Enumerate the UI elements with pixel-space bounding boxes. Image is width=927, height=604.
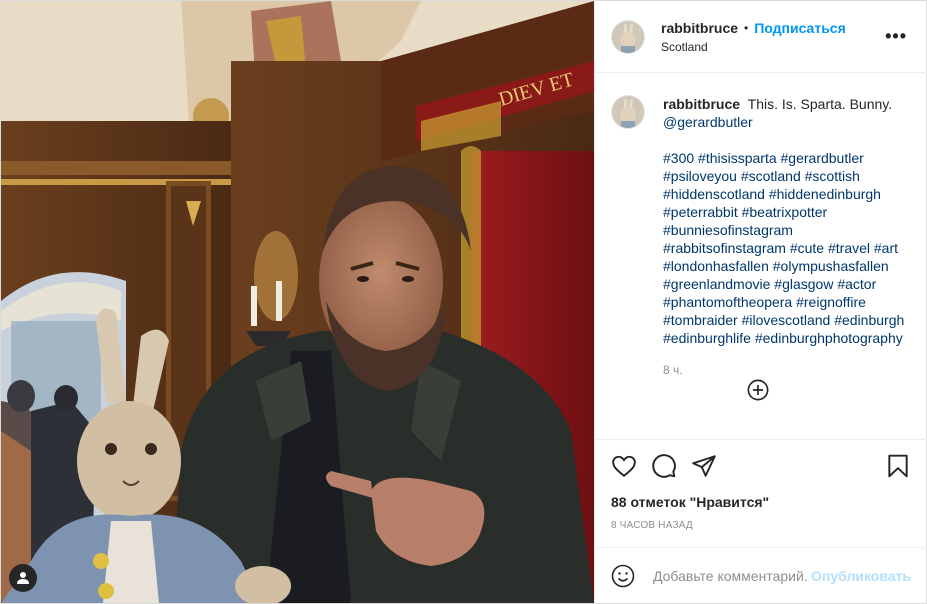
hashtag-line[interactable]: #peterrabbit #beatrixpotter xyxy=(663,203,904,221)
rabbit-avatar-icon xyxy=(612,20,644,53)
post-photo[interactable]: DIEV ET xyxy=(1,1,594,603)
add-comment-form: Опубликовать xyxy=(595,547,927,603)
hashtag-line[interactable]: #rabbitsofinstagram #cute #travel #art xyxy=(663,239,904,257)
avatar[interactable] xyxy=(611,19,645,54)
likes-count[interactable]: 88 отметок "Нравится" xyxy=(611,494,911,510)
caption-text: This. Is. Sparta. Bunny. xyxy=(747,96,893,112)
follow-button[interactable]: Подписаться xyxy=(754,20,846,36)
user-silhouette-icon xyxy=(17,572,29,584)
caption-avatar[interactable] xyxy=(611,95,645,129)
comments-section: rabbitbruce This. Is. Sparta. Bunny. @ge… xyxy=(595,73,927,439)
paper-plane-icon[interactable] xyxy=(691,453,717,479)
comment-input[interactable] xyxy=(651,566,812,585)
hashtag-line[interactable]: #phantomoftheopera #reignoffire xyxy=(663,293,904,311)
hashtag-line[interactable]: #hiddenscotland #hiddenedinburgh xyxy=(663,185,904,203)
hashtag-line[interactable]: #300 #thisissparta #gerardbutler xyxy=(663,149,904,167)
location-link[interactable]: Scotland xyxy=(661,40,846,54)
bookmark-icon[interactable] xyxy=(885,453,911,479)
hashtag-line[interactable]: #bunniesofinstagram xyxy=(663,221,904,239)
publish-button[interactable]: Опубликовать xyxy=(811,568,911,584)
post-header: rabbitbruce • Подписаться Scotland ••• xyxy=(595,1,927,73)
comment-bubble-icon[interactable] xyxy=(651,453,677,479)
post-timestamp[interactable]: 8 часов назад xyxy=(611,520,911,531)
caption-time[interactable]: 8 ч. xyxy=(663,361,904,379)
hashtag-line[interactable]: #greenlandmovie #glasgow #actor xyxy=(663,275,904,293)
user-tag-button[interactable] xyxy=(9,564,37,592)
post-dialog: DIEV ET rabbitbruce • Подписаться Scotla… xyxy=(0,0,927,604)
ellipsis-icon: ••• xyxy=(885,26,907,46)
hashtag-list: #300 #thisissparta #gerardbutler #psilov… xyxy=(663,149,904,347)
heart-icon[interactable] xyxy=(611,453,637,479)
header-username[interactable]: rabbitbruce xyxy=(661,20,738,36)
mention-link[interactable]: @gerardbutler xyxy=(663,114,753,130)
action-bar: 88 отметок "Нравится" 8 часов назад xyxy=(595,439,927,547)
post-side-panel: rabbitbruce • Подписаться Scotland ••• r… xyxy=(594,1,927,603)
smiley-icon[interactable] xyxy=(611,564,635,588)
hashtag-line[interactable]: #tombraider #ilovescotland #edinburgh xyxy=(663,311,904,329)
separator-dot: • xyxy=(744,20,749,35)
caption: rabbitbruce This. Is. Sparta. Bunny. @ge… xyxy=(611,95,911,379)
hashtag-line[interactable]: #londonhasfallen #olympushasfallen xyxy=(663,257,904,275)
hashtag-line[interactable]: #psiloveyou #scotland #scottish xyxy=(663,167,904,185)
more-options-button[interactable]: ••• xyxy=(885,27,907,45)
caption-username[interactable]: rabbitbruce xyxy=(663,96,740,112)
rabbit-avatar-icon xyxy=(612,96,644,128)
plus-circle-icon[interactable] xyxy=(747,379,769,401)
hashtag-line[interactable]: #edinburghlife #edinburghphotography xyxy=(663,329,904,347)
photo-scene: DIEV ET xyxy=(1,1,594,603)
